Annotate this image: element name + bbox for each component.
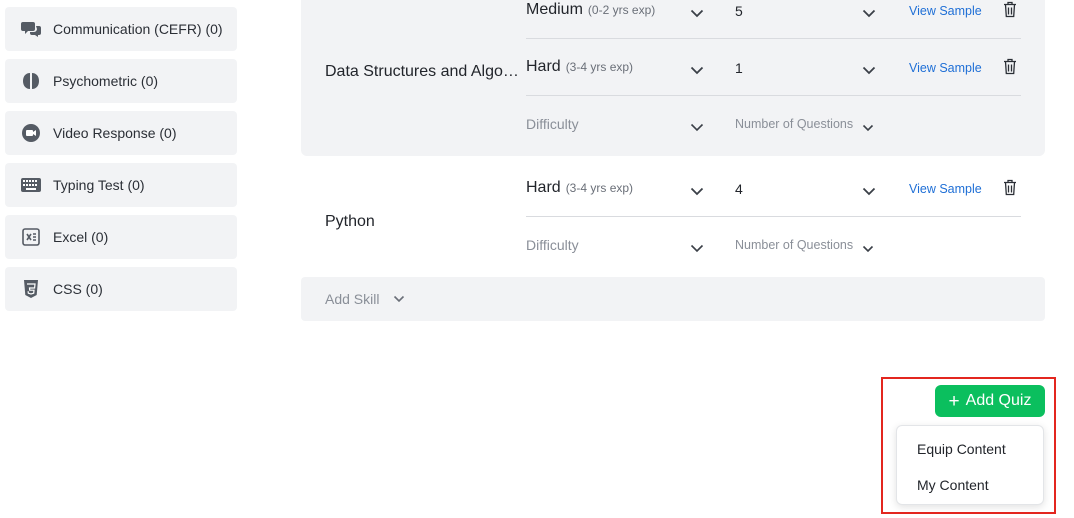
chevron-down-icon[interactable]	[862, 62, 876, 80]
menu-item-my-content[interactable]: My Content	[917, 477, 989, 493]
row-divider	[526, 216, 1021, 217]
view-sample-link[interactable]: View Sample	[909, 61, 982, 75]
chevron-down-icon	[393, 295, 405, 303]
menu-item-equip-content[interactable]: Equip Content	[917, 441, 1006, 457]
experience-label: (3-4 yrs exp)	[565, 181, 634, 195]
question-count-placeholder[interactable]: Number of Questions	[735, 238, 853, 252]
skill-row-placeholder: Difficulty Number of Questions	[526, 237, 1021, 275]
difficulty-placeholder[interactable]: Difficulty	[526, 116, 579, 132]
chevron-down-icon[interactable]	[690, 5, 704, 23]
skill-row: Medium (0-2 yrs exp) 5 View Sample	[526, 1, 1021, 39]
view-sample-link[interactable]: View Sample	[909, 182, 982, 196]
chevron-down-icon[interactable]	[690, 240, 704, 258]
brain-icon	[21, 71, 41, 91]
difficulty-value: Hard	[526, 58, 561, 75]
question-count-select[interactable]: 4	[735, 181, 743, 197]
sidebar-item-psychometric[interactable]: Psychometric (0)	[5, 59, 237, 103]
skill-row: Hard (3-4 yrs exp) 1 View Sample	[526, 58, 1021, 96]
sidebar-item-excel[interactable]: Excel (0)	[5, 215, 237, 259]
row-divider	[526, 38, 1021, 39]
excel-icon	[21, 227, 41, 247]
sidebar-item-label: CSS (0)	[53, 281, 103, 297]
video-camera-icon	[21, 123, 41, 143]
difficulty-value: Medium	[526, 1, 583, 18]
question-count-select[interactable]: 5	[735, 3, 743, 19]
add-skill-label: Add Skill	[325, 291, 380, 307]
skill-name: Python	[325, 213, 375, 230]
chevron-down-icon[interactable]	[690, 62, 704, 80]
row-divider	[526, 95, 1021, 96]
question-count-placeholder[interactable]: Number of Questions	[735, 117, 853, 131]
chat-bubbles-icon	[21, 19, 41, 39]
plus-icon: +	[948, 390, 960, 412]
sidebar-item-label: Excel (0)	[53, 229, 109, 245]
sidebar-item-label: Video Response (0)	[53, 125, 177, 141]
skill-row-placeholder: Difficulty Number of Questions	[526, 116, 1021, 154]
difficulty-select[interactable]: Hard (3-4 yrs exp)	[526, 58, 633, 76]
chevron-down-icon[interactable]	[862, 119, 874, 137]
css-icon	[21, 279, 41, 299]
sidebar-item-label: Psychometric (0)	[53, 73, 159, 89]
chevron-down-icon[interactable]	[690, 183, 704, 201]
trash-icon[interactable]	[1003, 58, 1017, 80]
sidebar-item-label: Communication (CEFR) (0)	[53, 21, 223, 37]
add-quiz-menu: Equip Content My Content	[896, 425, 1044, 505]
trash-icon[interactable]	[1003, 179, 1017, 201]
view-sample-link[interactable]: View Sample	[909, 4, 982, 18]
trash-icon[interactable]	[1003, 1, 1017, 23]
difficulty-value: Hard	[526, 179, 561, 196]
difficulty-placeholder[interactable]: Difficulty	[526, 237, 579, 253]
chevron-down-icon[interactable]	[862, 5, 876, 23]
experience-label: (3-4 yrs exp)	[565, 60, 634, 74]
sidebar-item-typing-test[interactable]: Typing Test (0)	[5, 163, 237, 207]
sidebar-item-css[interactable]: CSS (0)	[5, 267, 237, 311]
sidebar-item-video-response[interactable]: Video Response (0)	[5, 111, 237, 155]
keyboard-icon	[21, 175, 41, 195]
add-quiz-label: Add Quiz	[965, 392, 1032, 409]
difficulty-select[interactable]: Medium (0-2 yrs exp)	[526, 1, 655, 19]
skill-row: Hard (3-4 yrs exp) 4 View Sample	[526, 179, 1021, 217]
sidebar-item-label: Typing Test (0)	[53, 177, 145, 193]
add-quiz-button[interactable]: + Add Quiz	[935, 385, 1045, 417]
add-skill-select[interactable]: Add Skill	[301, 277, 1045, 321]
chevron-down-icon[interactable]	[862, 183, 876, 201]
chevron-down-icon[interactable]	[690, 119, 704, 137]
question-count-select[interactable]: 1	[735, 60, 743, 76]
chevron-down-icon[interactable]	[862, 240, 874, 258]
skill-name: Data Structures and Algorithms	[325, 63, 520, 80]
difficulty-select[interactable]: Hard (3-4 yrs exp)	[526, 179, 633, 197]
sidebar-item-communication[interactable]: Communication (CEFR) (0)	[5, 7, 237, 51]
experience-label: (0-2 yrs exp)	[587, 3, 656, 17]
